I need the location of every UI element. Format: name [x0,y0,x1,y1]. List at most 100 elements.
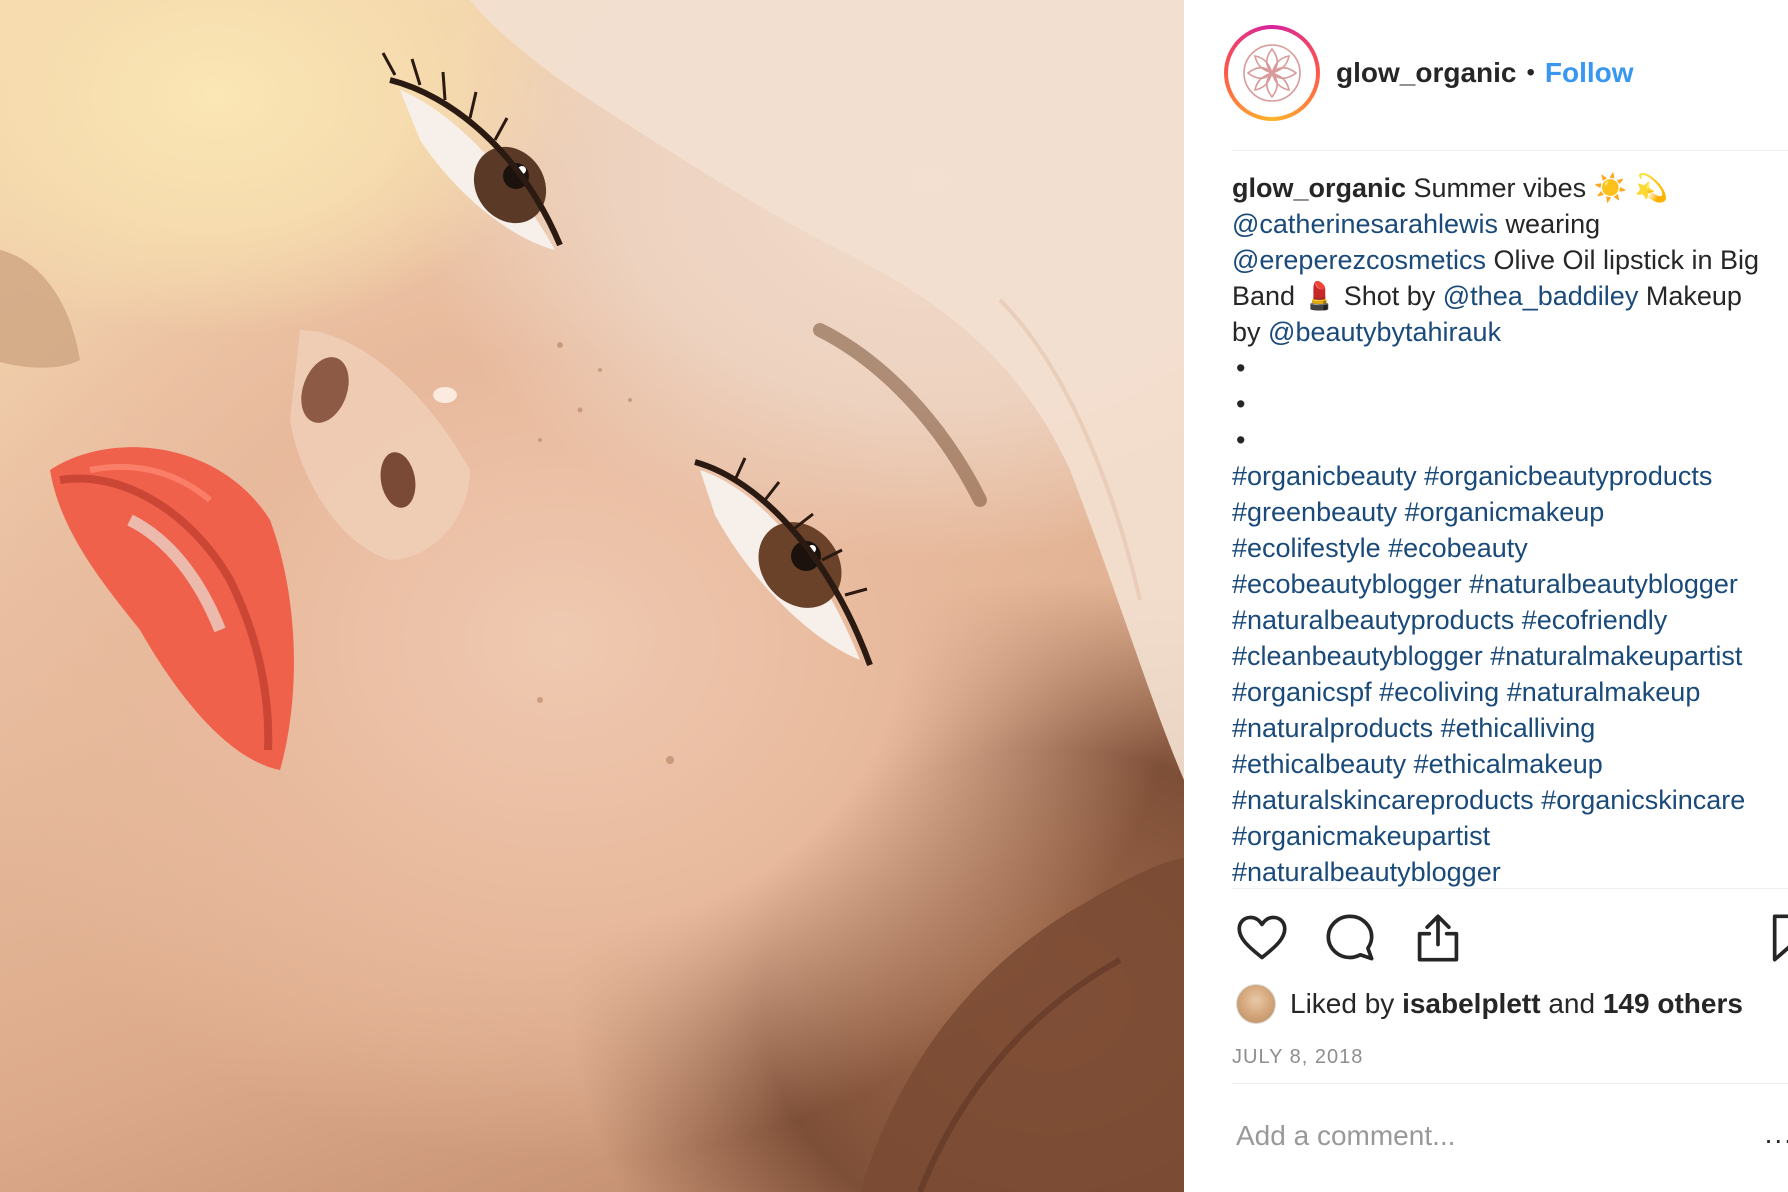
caption-text [1397,497,1405,527]
hashtag-link[interactable]: #ecobeauty [1388,533,1528,563]
hashtag-link[interactable]: #ethicalmakeup [1414,749,1603,779]
hashtag-link[interactable]: #ecobeautyblogger [1232,569,1462,599]
caption-line: @catherinesarahlewis wearing [1232,206,1788,242]
nose [290,330,470,560]
hair-shape [860,858,1184,1192]
caption-line: @ereperezcosmetics Olive Oil lipstick in… [1232,242,1788,278]
heart-icon[interactable] [1236,912,1288,964]
hashtag-link[interactable]: #naturalbeautyblogger [1469,569,1738,599]
post-photo[interactable] [0,0,1184,1192]
comment-divider [1232,1083,1788,1084]
hashtag-link[interactable]: #ecolifestyle [1232,533,1381,563]
caption-username[interactable]: glow_organic [1232,173,1406,203]
bookmark-icon[interactable] [1766,912,1788,964]
caption-line: #organicmakeupartist [1232,818,1788,854]
hashtag-link[interactable]: #naturalproducts [1232,713,1433,743]
emoji: 💄 [1302,281,1337,311]
post-header: glow_organic • Follow [1224,22,1634,124]
liker-avatar[interactable] [1236,984,1276,1024]
caption-text: Band [1232,281,1303,311]
comment-icon[interactable] [1324,912,1376,964]
caption-line: #naturalbeautyproducts #ecofriendly [1232,602,1788,638]
hashtag-link[interactable]: #greenbeauty [1232,497,1397,527]
emoji: ☀️ [1593,173,1628,203]
header-divider [1232,150,1788,151]
hashtag-link[interactable]: #organicmakeup [1405,497,1605,527]
caption-divider [1232,888,1788,889]
share-icon[interactable] [1412,912,1464,964]
lips [50,447,294,770]
eye-upper [381,52,563,250]
hashtag-link[interactable]: #ethicalliving [1441,713,1596,743]
post-caption: glow_organic Summer vibes ☀️ 💫 @catherine… [1232,170,1788,888]
liker-username[interactable]: isabelplett [1402,988,1540,1019]
likes-others-link[interactable]: 149 others [1603,988,1743,1019]
caption-bullet: • [1236,425,1246,455]
caption-line: #organicspf #ecoliving #naturalmakeup [1232,674,1788,710]
caption-text [1514,605,1522,635]
hashtag-link[interactable]: #naturalbeautyblogger [1232,857,1501,887]
mention-link[interactable]: @beautybytahirauk [1268,317,1501,347]
lotus-logo-icon [1243,44,1301,102]
eye-lower [694,457,873,667]
caption-line: • [1232,386,1788,422]
caption-text: Olive Oil lipstick in Big [1486,245,1760,275]
hashtag-link[interactable]: #naturalskincareproducts [1232,785,1534,815]
freckles [537,342,674,764]
mention-link[interactable]: @thea_baddiley [1443,281,1639,311]
mention-link[interactable]: @catherinesarahlewis [1232,209,1498,239]
hand-shape [470,0,1184,780]
hashtag-link[interactable]: #naturalmakeupartist [1490,641,1742,671]
more-options-button[interactable]: ... [1765,1118,1788,1150]
hashtag-link[interactable]: #organicspf [1232,677,1372,707]
likes-prefix: Liked by [1290,988,1395,1019]
face-illustration [0,0,1184,1192]
hashtag-link[interactable]: #ecofriendly [1522,605,1668,635]
caption-bullet: • [1236,389,1246,419]
hashtag-link[interactable]: #ethicalbeauty [1232,749,1406,779]
caption-line: #ethicalbeauty #ethicalmakeup [1232,746,1788,782]
caption-text: Shot by [1336,281,1443,311]
caption-line: #greenbeauty #organicmakeup [1232,494,1788,530]
caption-line: • [1232,422,1788,458]
caption-line: #ecolifestyle #ecobeauty [1232,530,1788,566]
caption-line: #ecobeautyblogger #naturalbeautyblogger [1232,566,1788,602]
likes-conjunction: and [1548,988,1596,1019]
likes-summary: Liked by isabelplett and 149 others [1236,984,1743,1024]
action-bar [1236,912,1788,964]
caption-text [1433,713,1441,743]
hashtag-link[interactable]: #organicbeautyproducts [1424,461,1712,491]
caption-line: #organicbeauty #organicbeautyproducts [1232,458,1788,494]
hashtag-link[interactable]: #organicmakeupartist [1232,821,1490,851]
caption-text [1372,677,1380,707]
caption-line: #cleanbeautyblogger #naturalmakeupartist [1232,638,1788,674]
hashtag-link[interactable]: #organicbeauty [1232,461,1417,491]
follow-button[interactable]: Follow [1545,57,1634,89]
post-sidebar: glow_organic • Follow glow_organic Summe… [1184,0,1788,1192]
caption-text [1406,749,1414,779]
mention-link[interactable]: @ereperezcosmetics [1232,245,1486,275]
hashtag-link[interactable]: #cleanbeautyblogger [1232,641,1483,671]
caption-line: • [1232,350,1788,386]
account-username[interactable]: glow_organic [1336,57,1516,89]
post-date[interactable]: JULY 8, 2018 [1232,1046,1363,1069]
caption-text: Summer vibes [1406,173,1594,203]
caption-text [1381,533,1389,563]
account-avatar[interactable] [1224,25,1320,121]
caption-text: wearing [1498,209,1601,239]
caption-text: by [1232,317,1269,347]
caption-line: #naturalskincareproducts #organicskincar… [1232,782,1788,818]
caption-bullet: • [1236,353,1246,383]
caption-line: Band 💄 Shot by @thea_baddiley Makeup [1232,278,1788,314]
caption-line: #naturalproducts #ethicalliving [1232,710,1788,746]
hashtag-link[interactable]: #organicskincare [1541,785,1745,815]
hashtag-link[interactable]: #naturalbeautyproducts [1232,605,1514,635]
hashtag-link[interactable]: #naturalmakeup [1507,677,1701,707]
caption-line: by @beautybytahirauk [1232,314,1788,350]
header-separator: • [1526,59,1535,86]
hashtag-link[interactable]: #ecoliving [1379,677,1499,707]
instagram-post-view: glow_organic • Follow glow_organic Summe… [0,0,1788,1192]
caption-text [1499,677,1507,707]
likes-text: Liked by isabelplett and 149 others [1290,988,1743,1020]
comment-input[interactable]: Add a comment... [1236,1120,1455,1152]
